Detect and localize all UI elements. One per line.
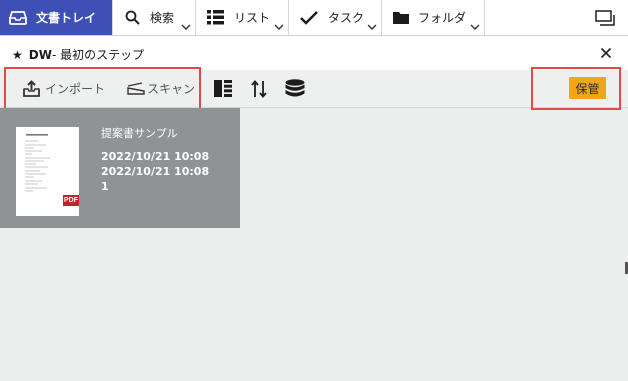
panel-title-bold: DW — [28, 47, 52, 62]
nav-folder[interactable]: フォルダ — [382, 0, 484, 35]
folder-icon — [393, 12, 409, 24]
nav-divider — [484, 0, 485, 35]
document-modified-date: 2022/10/21 10:08 — [101, 165, 210, 178]
nav-document-tray[interactable]: 文書トレイ — [0, 0, 112, 35]
nav-task[interactable]: タスク — [289, 0, 381, 35]
nav-list[interactable]: リスト — [196, 0, 288, 35]
panel-header: ★ DW - 最初のステップ — [0, 36, 628, 70]
nav-document-tray-label: 文書トレイ — [36, 11, 97, 25]
window-icon — [595, 9, 615, 26]
chevron-down-icon — [470, 24, 480, 30]
nav-search-label: 検索 — [150, 11, 175, 25]
chevron-down-icon — [367, 24, 377, 30]
database-icon — [285, 79, 305, 97]
search-icon — [125, 10, 140, 25]
nav-folder-label: フォルダ — [418, 11, 467, 25]
panel-title-text: - 最初のステップ — [51, 48, 145, 62]
nav-search[interactable]: 検索 — [113, 0, 195, 35]
nav-task-label: タスク — [328, 11, 365, 25]
toolbar: インポート スキャン 保管 — [0, 67, 628, 110]
sort-icon — [251, 79, 267, 98]
chevron-down-icon — [274, 24, 284, 30]
document-name: 提案書サンプル — [101, 127, 178, 140]
checkmark-icon — [300, 11, 318, 25]
database-button[interactable] — [285, 70, 305, 107]
panel-title: ★ DW - 最初のステップ — [12, 46, 144, 63]
document-thumbnail: PDF — [16, 127, 79, 216]
top-navigation: 文書トレイ 検索 リスト タスク フォルダ — [0, 0, 628, 36]
panel-layout-button[interactable] — [214, 70, 232, 107]
pdf-badge: PDF — [63, 195, 79, 206]
list-icon — [207, 10, 224, 25]
save-button[interactable]: 保管 — [569, 77, 606, 99]
nav-list-label: リスト — [234, 11, 271, 25]
document-card[interactable]: PDF 提案書サンプル 2022/10/21 10:08 2022/10/21 … — [0, 108, 240, 228]
document-created-date: 2022/10/21 10:08 — [101, 150, 210, 163]
panel-layout-icon — [214, 80, 232, 97]
tray-icon — [9, 10, 27, 25]
highlight-box-import-scan — [4, 67, 201, 110]
sort-button[interactable] — [251, 70, 267, 107]
star-icon[interactable]: ★ — [12, 48, 23, 62]
chevron-down-icon — [181, 24, 191, 30]
close-icon[interactable] — [600, 47, 612, 59]
window-toggle-button[interactable] — [592, 0, 622, 35]
document-page-count: 1 — [101, 180, 109, 193]
